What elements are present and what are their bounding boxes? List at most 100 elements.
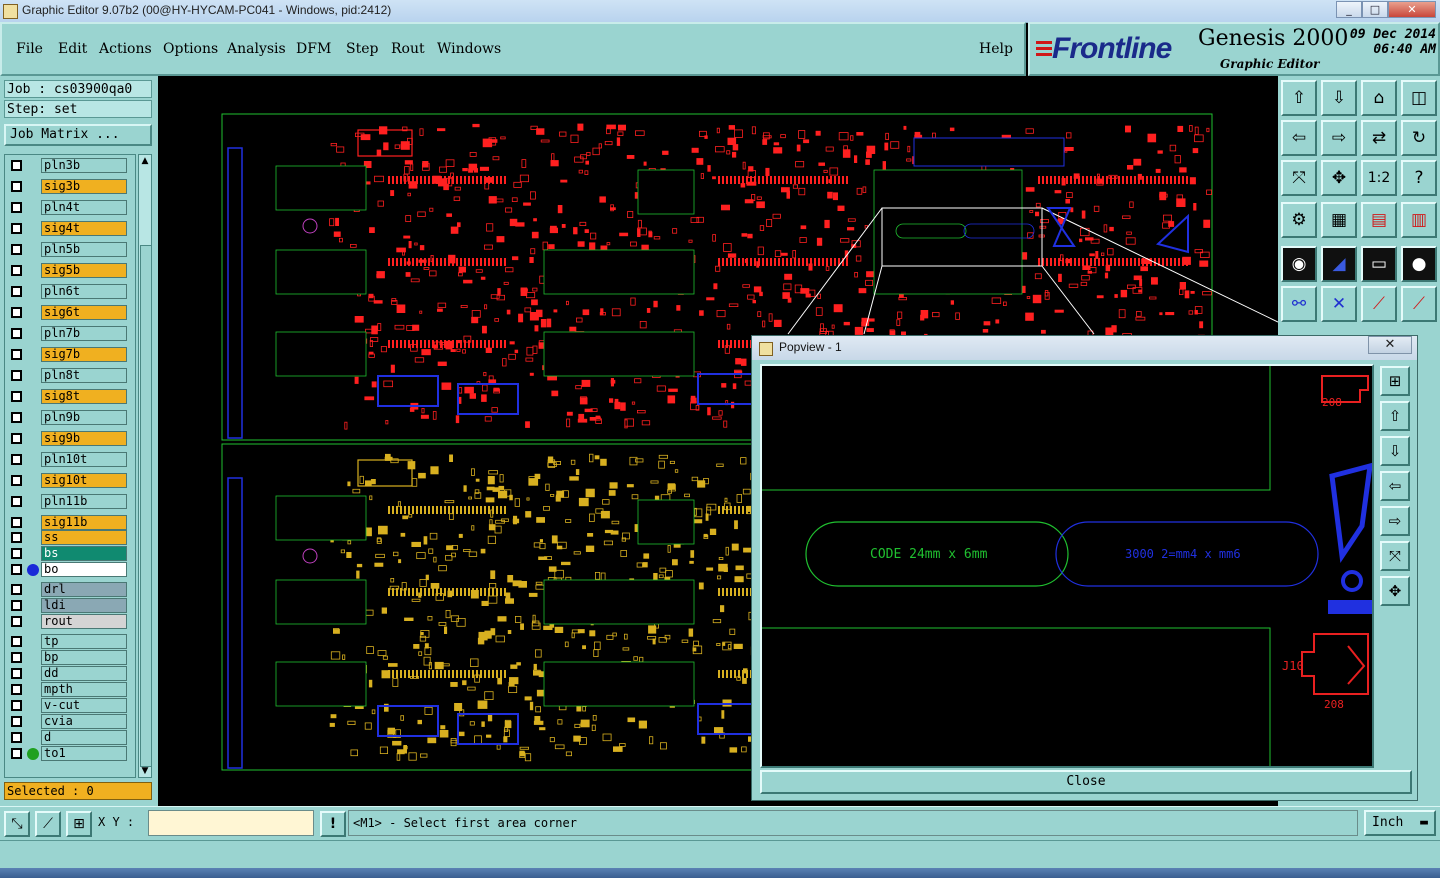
layer-row-bp[interactable]: bp [7, 650, 133, 665]
layer-list-scrollbar[interactable]: ▲ ▼ [138, 154, 152, 778]
layer-checkbox[interactable] [11, 370, 22, 381]
pan-right-icon[interactable]: ⇨ [1321, 120, 1357, 156]
net-icon[interactable]: ⚯ [1281, 286, 1317, 322]
zoom-fit-icon[interactable]: ⤧ [1281, 160, 1317, 196]
layer-row-sig8t[interactable]: sig8t [7, 389, 133, 404]
popview-pan-up-icon[interactable]: ⇧ [1380, 401, 1410, 431]
popview-close-button[interactable]: Close [760, 770, 1412, 794]
xy-input[interactable] [148, 810, 314, 836]
menu-dfm[interactable]: DFM [296, 41, 331, 57]
layer-checkbox[interactable] [11, 616, 22, 627]
layer-name[interactable]: rout [41, 614, 127, 629]
layer-checkbox[interactable] [11, 307, 22, 318]
layer-row-sig5b[interactable]: sig5b [7, 263, 133, 278]
scroll-down-icon[interactable]: ▼ [140, 766, 150, 776]
layer-checkbox[interactable] [11, 517, 22, 528]
layer-row-pln7b[interactable]: pln7b [7, 326, 133, 341]
line-icon[interactable]: ⟋ [1361, 286, 1397, 322]
layer-row-pln4t[interactable]: pln4t [7, 200, 133, 215]
layer-row-mpth[interactable]: mpth [7, 682, 133, 697]
zoom-ratio-icon[interactable]: 1:2 [1361, 160, 1397, 196]
layer-row-sig10t[interactable]: sig10t [7, 473, 133, 488]
layer-name[interactable]: bs [41, 546, 127, 561]
layer-name[interactable]: v-cut [41, 698, 127, 713]
alert-icon[interactable]: ! [320, 811, 346, 837]
layer-row-rout[interactable]: rout [7, 614, 133, 629]
layer-row-pln6t[interactable]: pln6t [7, 284, 133, 299]
line2-icon[interactable]: ⟋ [1401, 286, 1437, 322]
layer-name[interactable]: pln6t [41, 284, 127, 299]
layer-row-pln9b[interactable]: pln9b [7, 410, 133, 425]
layer-row-pln3b[interactable]: pln3b [7, 158, 133, 173]
home-icon[interactable]: ⌂ [1361, 80, 1397, 116]
popview-titlebar[interactable]: Popview - 1 ✕ [752, 336, 1417, 360]
layer-row-to1[interactable]: to1 [7, 746, 133, 761]
layer-checkbox[interactable] [11, 668, 22, 679]
layer-name[interactable]: pln9b [41, 410, 127, 425]
layer-name[interactable]: sig8t [41, 389, 127, 404]
popview-zoom-icon[interactable]: ⊞ [1380, 366, 1410, 396]
layer-name[interactable]: pln8t [41, 368, 127, 383]
layer-name[interactable]: sig9b [41, 431, 127, 446]
layer-checkbox[interactable] [11, 716, 22, 727]
menu-rout[interactable]: Rout [391, 41, 425, 57]
layer-name[interactable]: mpth [41, 682, 127, 697]
menu-help[interactable]: Help [979, 41, 1013, 57]
layer-checkbox[interactable] [11, 223, 22, 234]
menu-options[interactable]: Options [163, 41, 218, 57]
layer-name[interactable]: sig6t [41, 305, 127, 320]
layer-row-tp[interactable]: tp [7, 634, 133, 649]
layer-checkbox[interactable] [11, 475, 22, 486]
layer-name[interactable]: pln3b [41, 158, 127, 173]
layer-name[interactable]: drl [41, 582, 127, 597]
menu-file[interactable]: File [16, 41, 43, 57]
popview-window[interactable]: Popview - 1 ✕ CODE 24mm x 6mm 3000 2=mm4… [751, 335, 1418, 801]
layer-checkbox[interactable] [11, 349, 22, 360]
layer-row-pln11b[interactable]: pln11b [7, 494, 133, 509]
layer-checkbox[interactable] [11, 202, 22, 213]
popview-close-icon[interactable]: ✕ [1368, 336, 1412, 354]
pan-up-icon[interactable]: ⇧ [1281, 80, 1317, 116]
layer-row-ldi[interactable]: ldi [7, 598, 133, 613]
layer-row-sig7b[interactable]: sig7b [7, 347, 133, 362]
redraw-icon[interactable]: ↻ [1401, 120, 1437, 156]
pan-left-icon[interactable]: ⇦ [1281, 120, 1317, 156]
layer-name[interactable]: tp [41, 634, 127, 649]
layer-checkbox[interactable] [11, 286, 22, 297]
layer-checkbox[interactable] [11, 532, 22, 543]
zoom-center-icon[interactable]: ✥ [1321, 160, 1357, 196]
layer-name[interactable]: pln7b [41, 326, 127, 341]
popview-center-icon[interactable]: ✥ [1380, 576, 1410, 606]
layer-checkbox[interactable] [11, 454, 22, 465]
popview-pan-down-icon[interactable]: ⇩ [1380, 436, 1410, 466]
layer-checkbox[interactable] [11, 391, 22, 402]
layer-row-d[interactable]: d [7, 730, 133, 745]
layer-row-sig6t[interactable]: sig6t [7, 305, 133, 320]
layer-name[interactable]: sig3b [41, 179, 127, 194]
layer-name[interactable]: pln4t [41, 200, 127, 215]
layer-checkbox[interactable] [11, 564, 22, 575]
flip-icon[interactable]: ⇄ [1361, 120, 1397, 156]
layer-checkbox[interactable] [11, 652, 22, 663]
layer-name[interactable]: pln11b [41, 494, 127, 509]
maximize-button[interactable]: □ [1362, 1, 1388, 18]
layer-checkbox[interactable] [11, 181, 22, 192]
layers-red-icon[interactable]: ▤ [1361, 202, 1397, 238]
layer-name[interactable]: sig5b [41, 263, 127, 278]
popview-canvas[interactable]: CODE 24mm x 6mm 3000 2=mm4 x mm6 208 J10… [760, 364, 1374, 768]
job-matrix-button[interactable]: Job Matrix ... [4, 124, 152, 146]
layer-row-sig9b[interactable]: sig9b [7, 431, 133, 446]
layer-row-sig3b[interactable]: sig3b [7, 179, 133, 194]
zoom-area-icon[interactable]: ⤡ [4, 811, 30, 837]
layer-checkbox[interactable] [11, 496, 22, 507]
layer-checkbox[interactable] [11, 584, 22, 595]
scroll-thumb[interactable] [140, 245, 152, 767]
layer-row-pln10t[interactable]: pln10t [7, 452, 133, 467]
layer-row-cvia[interactable]: cvia [7, 714, 133, 729]
layer-checkbox[interactable] [11, 636, 22, 647]
popview-zoom-view[interactable]: CODE 24mm x 6mm 3000 2=mm4 x mm6 208 J10… [762, 366, 1372, 766]
snap-grid-icon[interactable]: ⊞ [66, 811, 92, 837]
minimize-button[interactable]: _ [1336, 1, 1362, 18]
measure-area-icon[interactable]: ⟋ [35, 811, 61, 837]
unit-selector[interactable]: Inch ▬ [1364, 810, 1436, 836]
